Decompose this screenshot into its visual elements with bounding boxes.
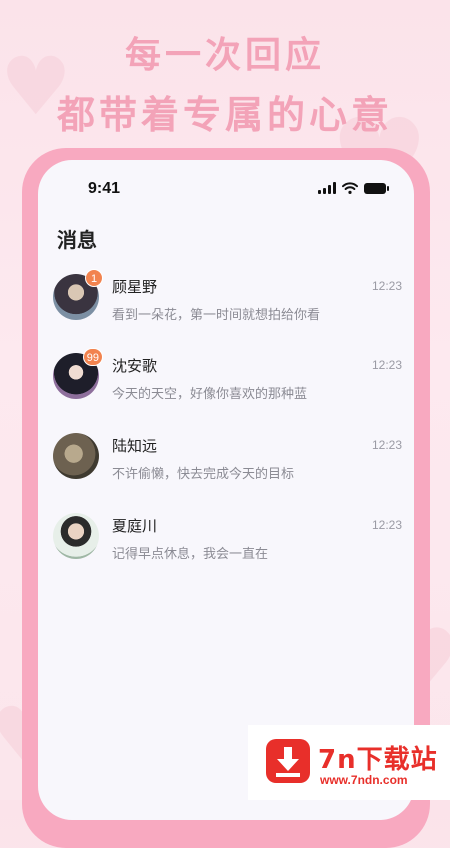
message-time: 12:23 <box>371 279 402 293</box>
page-title: 消息 <box>57 228 97 252</box>
contact-name: 顾星野 <box>112 278 158 296</box>
download-icon <box>266 739 310 783</box>
message-preview: 不许偷懒，快去完成今天的目标 <box>112 467 295 482</box>
message-preview: 今天的天空，好像你喜欢的那种蓝 <box>112 387 308 402</box>
contact-name: 夏庭川 <box>112 517 158 535</box>
message-preview: 看到一朵花，第一时间就想拍给你看 <box>112 308 321 323</box>
contact-name: 沈安歌 <box>112 357 158 375</box>
watermark-url: www.7ndn.com <box>320 773 408 787</box>
status-icons <box>318 182 389 194</box>
conversation-item[interactable]: 99 沈安歌 12:23 今天的天空，好像你喜欢的那种蓝 <box>38 348 414 425</box>
unread-badge: 99 <box>82 348 103 366</box>
message-preview: 记得早点休息，我会一直在 <box>112 547 269 562</box>
unread-badge: 1 <box>85 269 103 287</box>
wifi-icon <box>342 182 358 194</box>
phone-screen: 9:41 消息 1 顾星野 12:23 看到一朵花，第一时间就想拍给你看 99 … <box>38 160 414 820</box>
battery-icon <box>364 182 389 194</box>
headline-line-1: 每一次回应 <box>124 35 325 76</box>
message-time: 12:23 <box>371 358 402 372</box>
watermark-title: 7n下载站 <box>318 745 438 775</box>
conversation-item[interactable]: 1 顾星野 12:23 看到一朵花，第一时间就想拍给你看 <box>38 269 414 346</box>
signal-icon <box>318 182 336 194</box>
watermark: 7n下载站 www.7ndn.com <box>248 725 450 800</box>
message-time: 12:23 <box>371 518 402 532</box>
contact-name: 陆知远 <box>112 437 158 455</box>
avatar[interactable] <box>53 433 99 479</box>
conversation-item[interactable]: 夏庭川 12:23 记得早点休息，我会一直在 <box>38 513 414 585</box>
conversation-item[interactable]: 陆知远 12:23 不许偷懒，快去完成今天的目标 <box>38 433 414 505</box>
headline-line-2: 都带着专属的心意 <box>56 93 393 137</box>
message-time: 12:23 <box>371 438 402 452</box>
status-time: 9:41 <box>88 180 121 197</box>
avatar[interactable] <box>53 513 99 559</box>
